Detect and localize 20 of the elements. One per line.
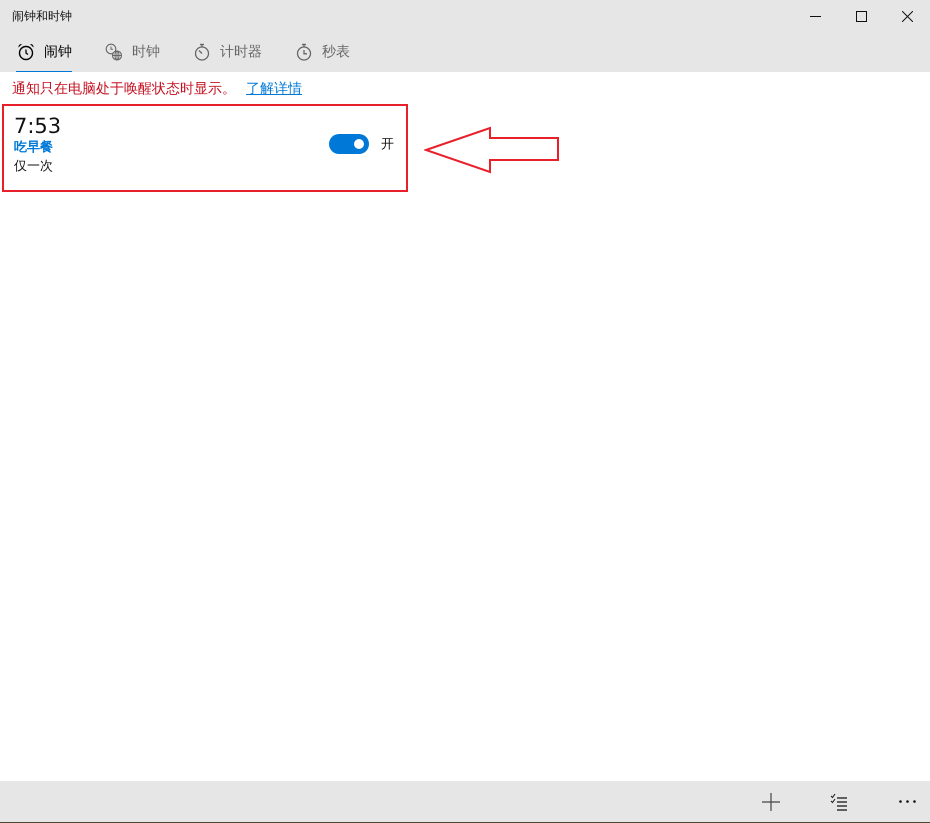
plus-icon — [761, 792, 781, 812]
learn-more-link[interactable]: 了解详情 — [246, 80, 302, 98]
tab[interactable]: 计时器 — [192, 42, 262, 73]
toggle-label: 开 — [381, 136, 394, 153]
alarm-name: 吃早餐 — [14, 139, 54, 157]
alarm-repeat: 仅一次 — [14, 158, 54, 176]
toggle-switch[interactable] — [329, 134, 369, 154]
stopwatch-icon — [294, 42, 314, 62]
more-icon — [898, 800, 916, 803]
tab[interactable]: 秒表 — [294, 42, 350, 73]
notice-text: 通知只在电脑处于唤醒状态时显示。 — [12, 80, 236, 98]
maximize-icon — [856, 10, 866, 22]
alarm-clock-icon — [16, 42, 36, 62]
checklist-icon — [829, 792, 849, 812]
alarm-time: 7:53 — [14, 113, 62, 139]
arrow-icon — [424, 126, 560, 174]
close-icon — [902, 10, 912, 22]
timer-icon — [192, 42, 212, 62]
clock-globe-icon — [104, 42, 124, 62]
window-title: 闹钟和时钟 — [11, 8, 72, 24]
